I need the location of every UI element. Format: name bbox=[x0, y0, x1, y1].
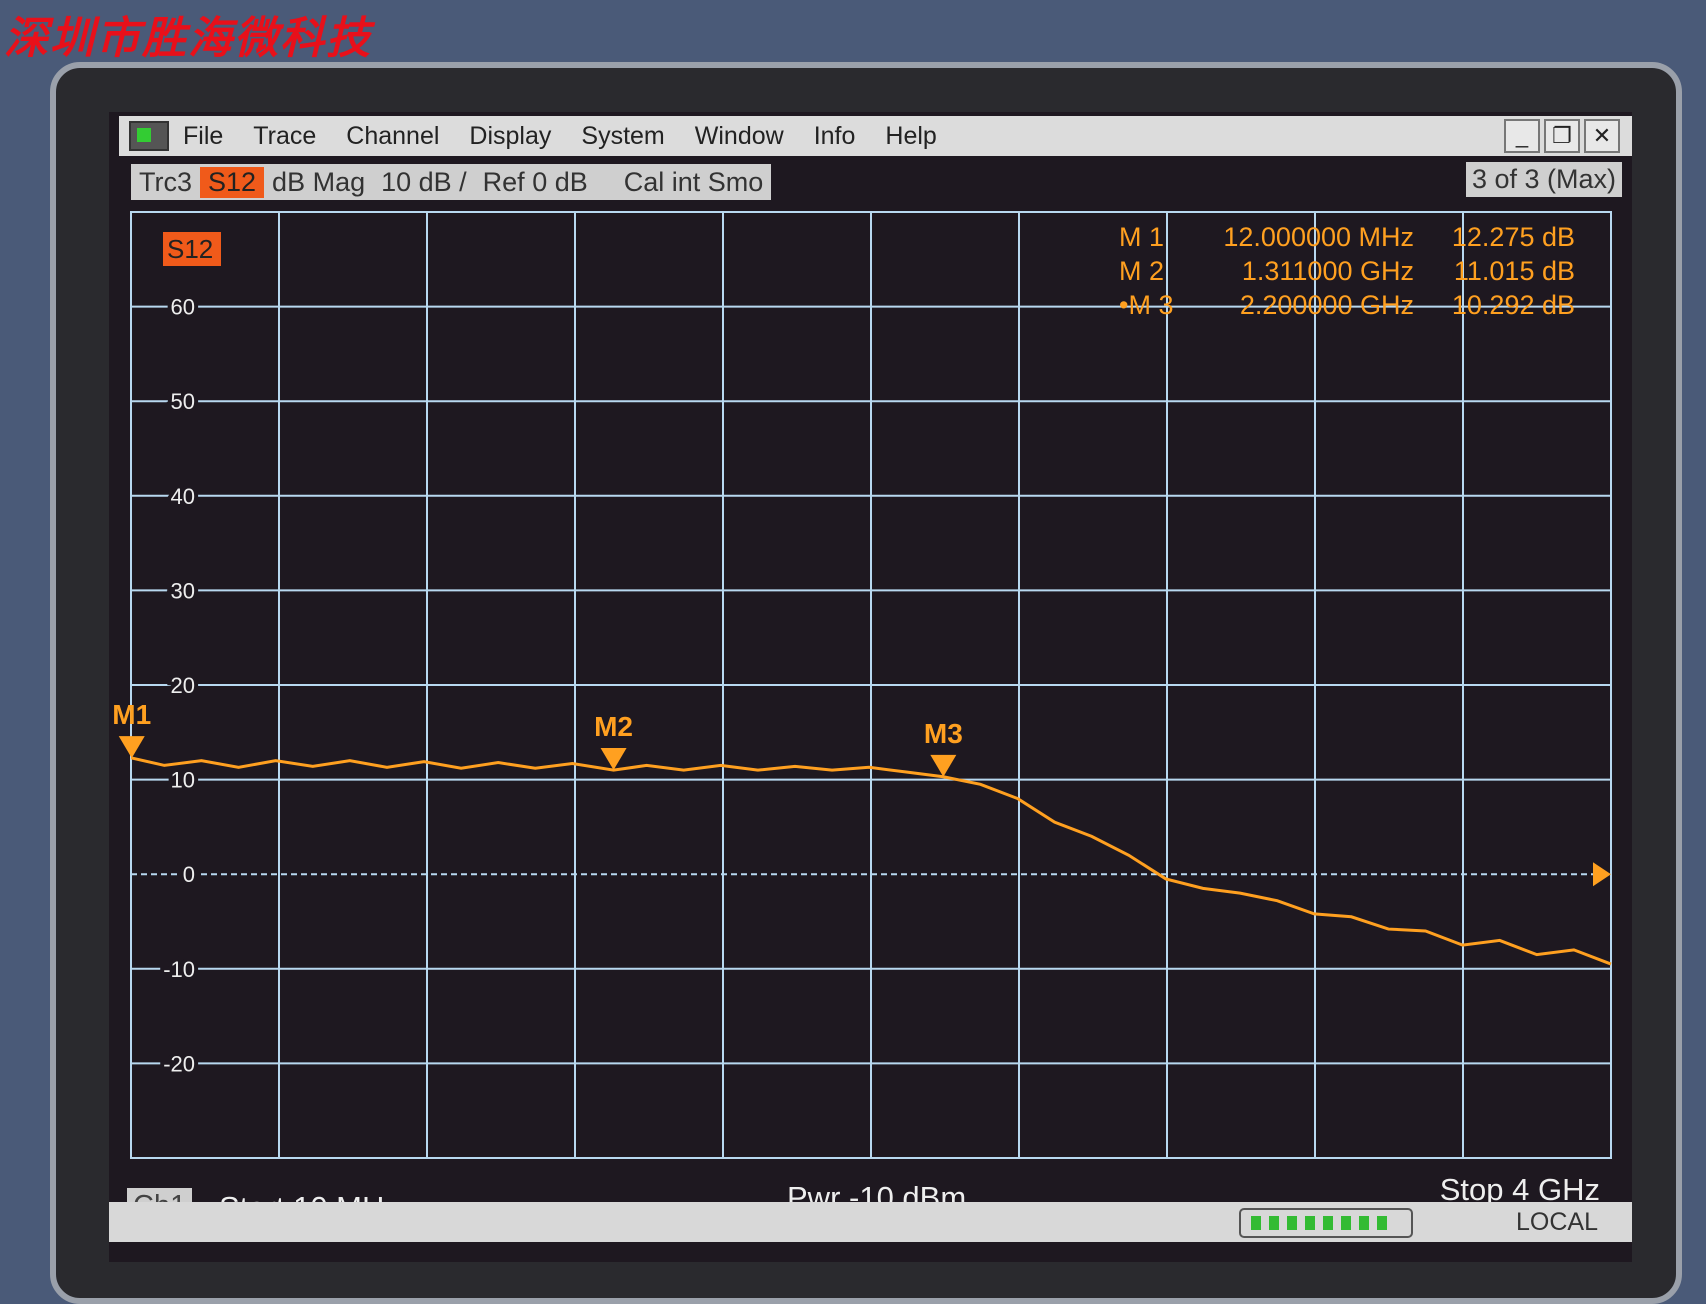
marker-flag: M3 bbox=[924, 718, 963, 749]
local-status: LOCAL bbox=[1516, 1208, 1598, 1236]
marker-readout-frequency: 12.000000 MHz bbox=[1223, 222, 1414, 252]
marker-readout-label: M 2 bbox=[1119, 256, 1164, 286]
watermark: 深圳市胜海微科技 bbox=[4, 13, 372, 64]
y-tick-label: 20 bbox=[171, 673, 195, 698]
marker-readout-frequency: 1.311000 GHz bbox=[1242, 256, 1414, 286]
y-tick-label: 50 bbox=[171, 389, 195, 414]
y-tick-label: 0 bbox=[183, 862, 195, 887]
y-tick-label: 60 bbox=[171, 295, 195, 320]
marker-readout-value: 10.292 dB bbox=[1452, 290, 1575, 320]
y-tick-label: 30 bbox=[171, 578, 195, 603]
status-bar: LOCAL bbox=[109, 1202, 1632, 1242]
y-tick-label: 40 bbox=[171, 484, 195, 509]
y-tick-label: -10 bbox=[163, 957, 195, 982]
marker-readout-label: M 1 bbox=[1119, 222, 1164, 252]
plot-area[interactable]: 60 50 40 30 20 10 0 -10 -20 S12 M1 M 1 12.000000 MHz… bbox=[109, 112, 1632, 1172]
vna-screen: File Trace Channel Display System Window… bbox=[109, 112, 1632, 1262]
y-tick-label: 10 bbox=[171, 768, 195, 793]
y-tick-label: -20 bbox=[163, 1051, 195, 1076]
marker-readout-frequency: 2.200000 GHz bbox=[1240, 290, 1414, 320]
progress-meter-icon bbox=[1239, 1208, 1413, 1238]
trace-label: S12 bbox=[167, 234, 213, 264]
marker-readout-value: 12.275 dB bbox=[1452, 222, 1575, 252]
marker-readout-value: 11.015 dB bbox=[1454, 256, 1575, 286]
marker-flag: M1 bbox=[112, 699, 151, 730]
marker-readout-label: •M 3 bbox=[1119, 290, 1173, 320]
marker-flag: M2 bbox=[594, 711, 633, 742]
